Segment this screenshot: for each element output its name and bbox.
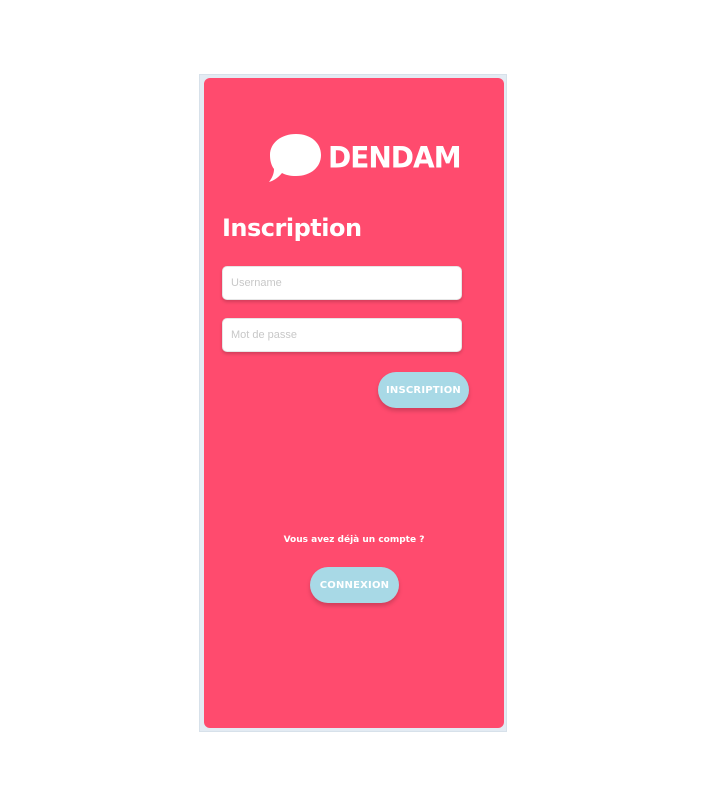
brand-logo: DENDAM bbox=[268, 132, 462, 184]
password-input[interactable] bbox=[222, 318, 462, 352]
brand-name: DENDAM bbox=[328, 140, 462, 175]
login-prompt: Vous avez déjà un compte ? bbox=[283, 535, 425, 545]
login-button[interactable]: CONNEXION bbox=[310, 567, 399, 603]
page-title: Inscription bbox=[222, 214, 362, 242]
username-input[interactable] bbox=[222, 266, 462, 300]
speech-bubble-icon bbox=[269, 134, 321, 182]
signup-card: DENDAM Inscription INSCRIPTION Vous avez… bbox=[204, 78, 504, 728]
signup-button[interactable]: INSCRIPTION bbox=[378, 372, 469, 408]
